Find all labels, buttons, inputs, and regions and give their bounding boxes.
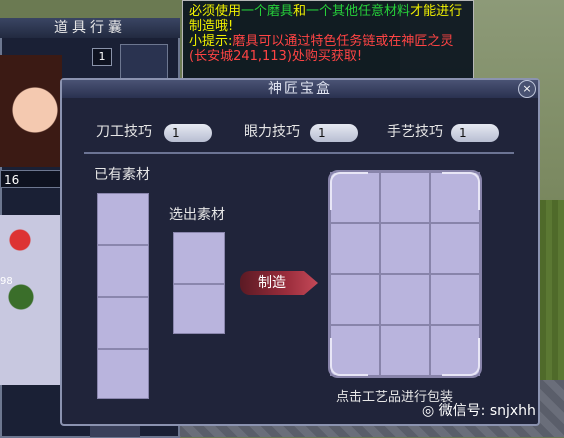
item-stack-count: 98: [0, 276, 13, 287]
character-portrait: [0, 55, 62, 167]
tooltip-item-other: 一个其他任意材料: [306, 4, 411, 19]
skill-value-craft: 1: [451, 124, 499, 142]
ornament-corner-icon: [330, 172, 368, 210]
fan-item-icon[interactable]: [2, 222, 38, 258]
watermark: ◎ 微信号: snjxhh: [422, 403, 536, 419]
tooltip-prefix: 必须使用: [189, 4, 242, 19]
inventory-scroll[interactable]: [90, 426, 140, 437]
selected-material-slot[interactable]: [173, 232, 225, 284]
inventory-count: 1: [92, 48, 112, 66]
product-slot[interactable]: [380, 274, 430, 325]
product-slot[interactable]: [430, 223, 480, 274]
divider: [84, 152, 514, 154]
selected-materials-label: 选出素材: [169, 207, 225, 223]
skill-value-knife: 1: [164, 124, 212, 142]
product-slot[interactable]: [430, 274, 480, 325]
craft-button[interactable]: 制造: [240, 271, 318, 295]
owned-material-slot[interactable]: [97, 349, 149, 399]
tooltip: 必须使用一个磨具和一个其他任意材料才能进行制造哦! 小提示:磨具可以通过特色任务…: [182, 0, 474, 80]
inventory-title[interactable]: 道具行囊: [0, 18, 180, 38]
owned-material-slot[interactable]: [97, 297, 149, 349]
watermark-text: 微信号: snjxhh: [438, 403, 536, 419]
owned-material-slot[interactable]: [97, 245, 149, 297]
ornament-corner-icon: [330, 338, 368, 376]
dialog-title[interactable]: 神匠宝盒: [62, 80, 538, 98]
skill-label-craft: 手艺技巧: [387, 124, 443, 140]
ornament-corner-icon: [442, 172, 480, 210]
tooltip-and: 和: [293, 4, 307, 19]
skill-label-knife: 刀工技巧: [96, 124, 152, 140]
tooltip-hint-label: 小提示:: [189, 34, 233, 49]
product-slot[interactable]: [330, 274, 380, 325]
product-slot[interactable]: [380, 325, 430, 376]
inventory-equipped-slot[interactable]: [120, 44, 168, 80]
tooltip-item-grinder: 一个磨具: [241, 4, 294, 19]
product-slot[interactable]: [330, 223, 380, 274]
close-button[interactable]: ×: [518, 80, 536, 98]
ornament-corner-icon: [442, 338, 480, 376]
owned-material-slot[interactable]: [97, 193, 149, 245]
selected-material-slot[interactable]: [173, 284, 225, 334]
product-slot[interactable]: [380, 172, 430, 223]
product-slot[interactable]: [380, 223, 430, 274]
skill-value-eye: 1: [310, 124, 358, 142]
skill-label-eye: 眼力技巧: [244, 124, 300, 140]
owned-materials-label: 已有素材: [94, 167, 150, 183]
